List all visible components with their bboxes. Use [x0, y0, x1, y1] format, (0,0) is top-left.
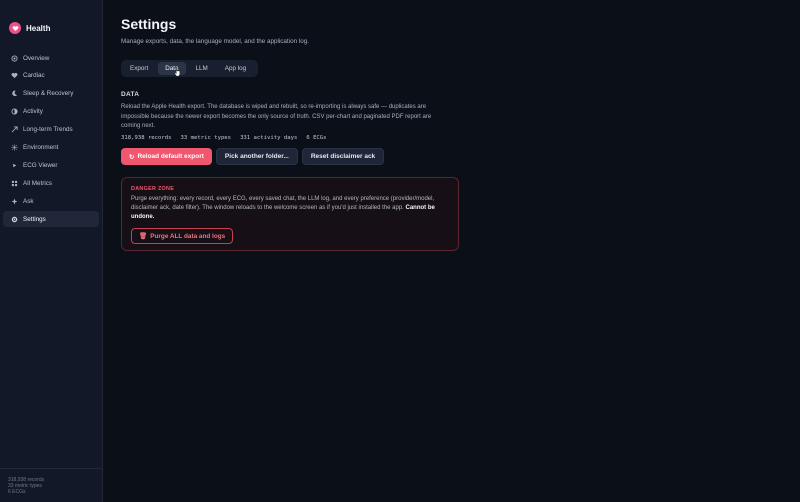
sidebar-item-cardiac[interactable]: Cardiac — [3, 68, 99, 84]
sidebar-item-label: Settings — [23, 215, 46, 223]
sidebar-item-label: Environment — [23, 143, 59, 151]
brand[interactable]: Health — [9, 22, 50, 34]
tab-llm[interactable]: LLM — [189, 62, 215, 75]
activity-icon — [10, 108, 18, 116]
ecg-icon — [10, 161, 18, 169]
gear-icon — [10, 215, 18, 223]
sidebar-item-label: Overview — [23, 54, 50, 62]
stat-activity-days: 331 activity days — [240, 135, 298, 141]
sidebar-item-label: ECG Viewer — [23, 161, 58, 169]
page-title: Settings — [121, 16, 177, 32]
settings-tabs: Export Data LLM App log — [121, 60, 259, 77]
reset-disclaimer-ack-button[interactable]: Reset disclaimer ack — [301, 148, 385, 165]
purge-button-label: Purge ALL data and logs — [150, 232, 226, 240]
section-description: Reload the Apple Health export. The data… — [121, 104, 432, 130]
overview-icon — [10, 54, 18, 62]
danger-zone: DANGER ZONE Purge everything: every reco… — [121, 177, 459, 251]
sun-icon — [10, 143, 18, 151]
danger-zone-text: Purge everything: every record, every EC… — [131, 195, 453, 223]
section-heading: DATA — [121, 91, 140, 98]
sidebar-item-label: Ask — [23, 197, 34, 205]
sidebar-item-ask[interactable]: Ask — [3, 193, 99, 209]
reload-icon: ↻ — [129, 153, 135, 161]
reload-default-export-button[interactable]: ↻ Reload default export — [121, 148, 212, 165]
moon-icon — [10, 90, 18, 98]
stat-ecgs: 6 ECGs — [306, 135, 327, 141]
sidebar: Health Overview Cardiac Sleep & Recovery… — [0, 0, 103, 502]
sparkle-icon — [10, 197, 18, 205]
stats-row: 318,938 records 33 metric types 331 acti… — [121, 135, 336, 141]
sidebar-item-settings[interactable]: Settings — [3, 211, 99, 228]
grid-icon — [10, 179, 18, 187]
tab-app-log[interactable]: App log — [218, 62, 253, 75]
pick-another-folder-button[interactable]: Pick another folder... — [215, 148, 298, 165]
sidebar-item-label: Activity — [23, 108, 43, 116]
tab-export[interactable]: Export — [123, 62, 155, 75]
sidebar-item-long-term-trends[interactable]: Long-term Trends — [3, 122, 99, 138]
sidebar-item-environment[interactable]: Environment — [3, 139, 99, 155]
stat-metric-types: 33 metric types — [180, 135, 232, 141]
app-name: Health — [26, 23, 51, 33]
trend-icon — [10, 126, 18, 134]
heart-logo-icon — [9, 22, 21, 34]
sidebar-footer: 318,938 records 33 metric types 6 ECGs — [0, 468, 103, 502]
sidebar-item-label: Cardiac — [23, 72, 45, 80]
sidebar-item-all-metrics[interactable]: All Metrics — [3, 175, 99, 191]
danger-zone-description: Purge everything: every record, every EC… — [131, 196, 435, 212]
sidebar-item-label: Sleep & Recovery — [23, 90, 74, 98]
stat-records: 318,938 records — [121, 135, 172, 141]
sidebar-item-activity[interactable]: Activity — [3, 104, 99, 120]
sidebar-nav: Overview Cardiac Sleep & Recovery Activi… — [3, 50, 99, 229]
sidebar-item-ecg-viewer[interactable]: ECG Viewer — [3, 157, 99, 173]
trash-icon: 🗑 — [139, 233, 148, 240]
page-subtitle: Manage exports, data, the language model… — [121, 38, 309, 45]
heart-icon — [10, 72, 18, 80]
sidebar-item-overview[interactable]: Overview — [3, 50, 99, 66]
reload-button-label: Reload default export — [137, 153, 204, 160]
sidebar-item-sleep-recovery[interactable]: Sleep & Recovery — [3, 86, 99, 102]
sidebar-item-label: Long-term Trends — [23, 126, 73, 134]
purge-all-button[interactable]: 🗑 Purge ALL data and logs — [131, 228, 234, 244]
danger-zone-title: DANGER ZONE — [131, 186, 175, 192]
sidebar-item-label: All Metrics — [23, 179, 53, 187]
action-buttons: ↻ Reload default export Pick another fol… — [121, 148, 388, 165]
mouse-pointer-icon — [174, 67, 181, 77]
footer-ecgs: 6 ECGs — [8, 489, 26, 495]
